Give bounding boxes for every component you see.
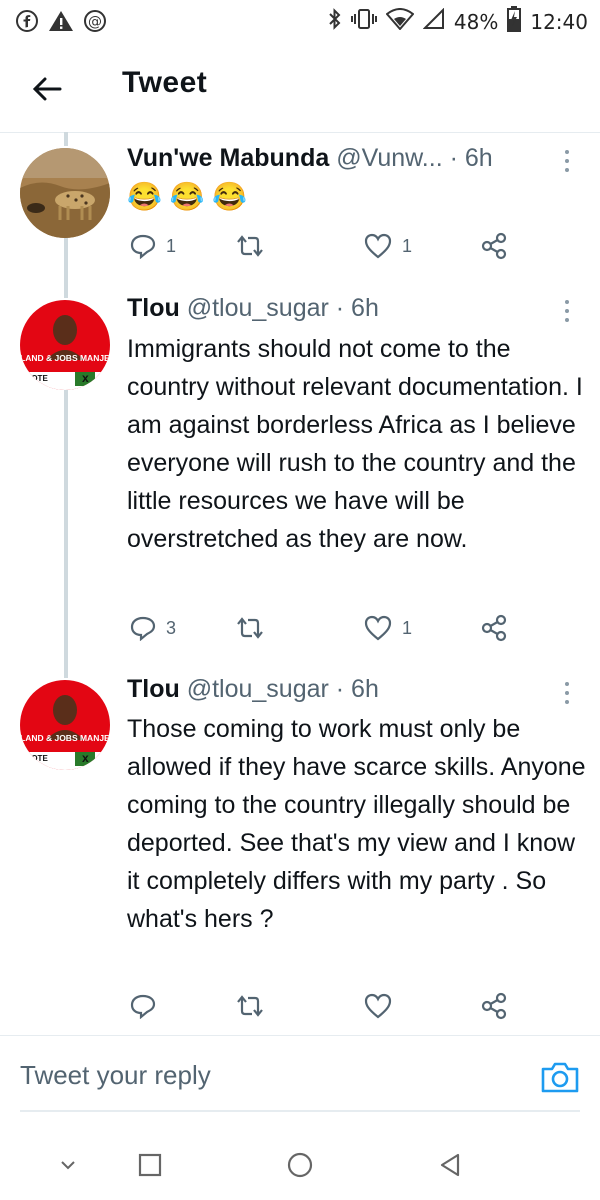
avatar-vote-text: VOTE: [26, 754, 48, 763]
more-options-icon[interactable]: [562, 150, 572, 172]
share-icon: [481, 614, 507, 642]
share-button[interactable]: [480, 610, 508, 646]
retweet-icon: [237, 617, 263, 639]
tweet-actions: [130, 988, 520, 1024]
reply-icon: [130, 994, 156, 1019]
nav-recents-button[interactable]: [130, 1145, 170, 1185]
reply-button[interactable]: 1: [130, 228, 176, 264]
nav-home-button[interactable]: [280, 1145, 320, 1185]
chevron-down-icon: [61, 1161, 75, 1170]
tweet-header: Tlou @tlou_sugar · 6h: [127, 675, 379, 704]
share-icon: [481, 232, 507, 260]
reply-icon: [130, 616, 156, 641]
tweet-text: Immigrants should not come to the countr…: [127, 335, 583, 553]
thread-line: [64, 132, 68, 146]
heart-icon: [364, 615, 392, 641]
reply-icon: [130, 234, 156, 259]
vibrate-icon: [350, 8, 377, 35]
status-bar: @ 48% 12:40: [0, 0, 600, 46]
tweet-text: 😂 😂 😂: [127, 181, 248, 212]
reply-button[interactable]: 3: [130, 610, 176, 646]
author-name[interactable]: Tlou: [127, 294, 180, 322]
system-nav-bar: [0, 1120, 600, 1200]
app-header: Tweet: [0, 46, 600, 133]
like-button[interactable]: 1: [364, 610, 412, 646]
tweet-actions: 1 1: [130, 228, 520, 264]
author-handle-time: @Vunw... · 6h: [336, 144, 493, 172]
camera-button[interactable]: [540, 1060, 580, 1096]
heart-icon: [364, 233, 392, 259]
tweet-header: Tlou @tlou_sugar · 6h: [127, 294, 379, 323]
nav-collapse-button[interactable]: [48, 1145, 88, 1185]
clock: 12:40: [530, 9, 588, 34]
avatar-vote-text: VOTE: [26, 374, 48, 383]
author-name[interactable]: Tlou: [127, 675, 180, 703]
avatar-caption: LAND & JOBS MANJE!: [20, 353, 110, 363]
like-count: 1: [402, 617, 413, 638]
back-button[interactable]: [22, 66, 72, 112]
warning-icon: [48, 8, 74, 34]
avatar-caption: LAND & JOBS MANJE!: [20, 733, 110, 743]
reply-button[interactable]: [130, 988, 166, 1024]
avatar[interactable]: LAND & JOBS MANJE! VOTE x: [20, 300, 110, 390]
signal-icon: [422, 7, 445, 35]
retweet-icon: [237, 235, 263, 257]
share-button[interactable]: [480, 228, 508, 264]
tweet-header: Vun'we Mabunda @Vunw... · 6h: [127, 144, 493, 173]
heart-icon: [364, 993, 392, 1019]
like-button[interactable]: [364, 988, 402, 1024]
author-handle-time: @tlou_sugar · 6h: [186, 675, 379, 703]
arrow-left-icon: [32, 77, 62, 101]
reply-input[interactable]: Tweet your reply: [20, 1060, 211, 1091]
like-button[interactable]: 1: [364, 228, 412, 264]
battery-percent: 48%: [453, 9, 499, 34]
like-count: 1: [402, 235, 413, 256]
retweet-icon: [237, 995, 263, 1017]
nav-back-button[interactable]: [430, 1145, 470, 1185]
avatar-x-mark: x: [82, 751, 89, 765]
avatar[interactable]: [20, 148, 110, 238]
wifi-icon: [385, 8, 415, 35]
reply-bar: Tweet your reply: [0, 1035, 600, 1116]
svg-text:@: @: [88, 14, 102, 30]
share-icon: [481, 992, 507, 1020]
reply-count: 3: [166, 617, 177, 638]
avatar[interactable]: LAND & JOBS MANJE! VOTE x: [20, 680, 110, 770]
square-icon: [138, 1153, 162, 1177]
triangle-back-icon: [440, 1153, 460, 1177]
tweet-text: Those coming to work must only be allowe…: [127, 715, 586, 933]
retweet-button[interactable]: [234, 988, 276, 1024]
facebook-icon: [14, 8, 40, 34]
tweet-actions: 3 1: [130, 610, 520, 646]
more-options-icon[interactable]: [562, 300, 572, 322]
thread-line: [64, 238, 68, 298]
camera-icon: [541, 1062, 579, 1093]
bluetooth-icon: [328, 8, 342, 35]
share-button[interactable]: [480, 988, 508, 1024]
page-title: Tweet: [122, 66, 208, 99]
author-handle-time: @tlou_sugar · 6h: [186, 294, 379, 322]
battery-icon: [507, 6, 522, 37]
retweet-button[interactable]: [234, 228, 276, 264]
author-name[interactable]: Vun'we Mabunda: [127, 144, 329, 172]
more-options-icon[interactable]: [562, 682, 572, 704]
reply-underline: [20, 1110, 580, 1112]
retweet-button[interactable]: [234, 610, 276, 646]
thread-line: [64, 390, 68, 678]
reply-count: 1: [166, 235, 177, 256]
avatar-x-mark: x: [82, 371, 89, 385]
at-icon: @: [82, 8, 108, 34]
circle-icon: [287, 1152, 313, 1178]
